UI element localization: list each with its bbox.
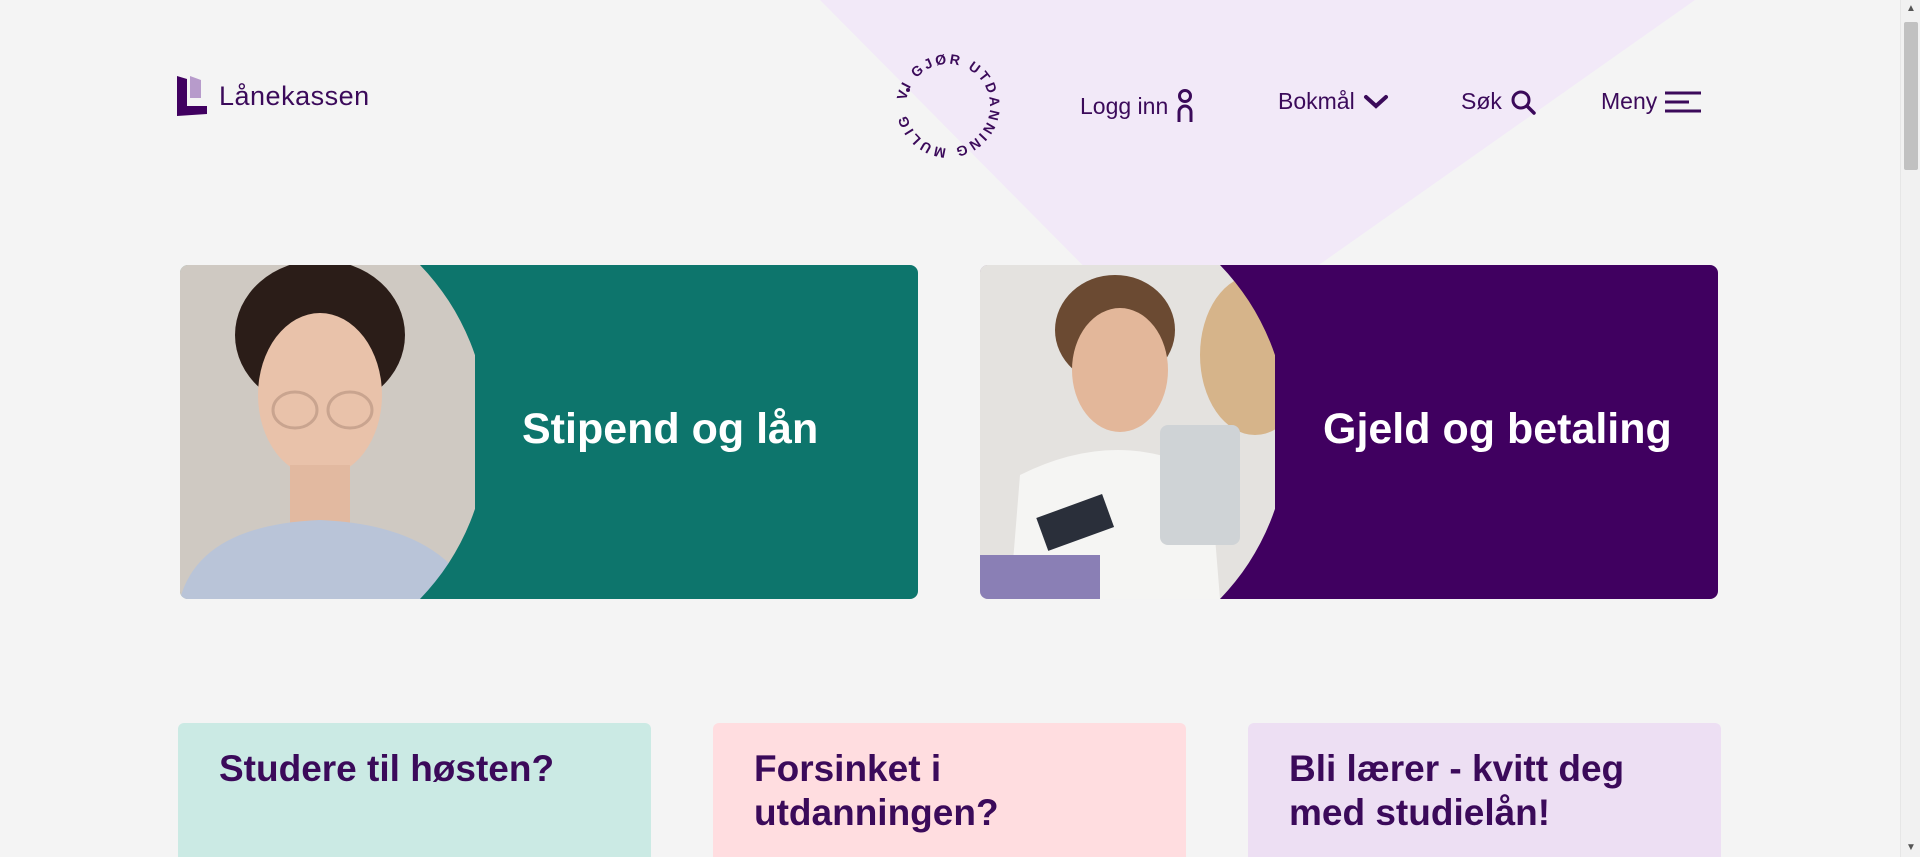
- teaser-title: Bli lærer - kvitt deg med studielån!: [1289, 748, 1625, 834]
- teaser-title: Studere til høsten?: [219, 748, 555, 789]
- hero-title: Gjeld og betaling: [1323, 405, 1672, 453]
- teaser-card-studere[interactable]: Studere til høsten?: [178, 723, 651, 857]
- person-icon: [1177, 89, 1193, 122]
- scroll-down-arrow-icon[interactable]: ▼: [1901, 839, 1920, 857]
- student-photo: [180, 265, 475, 599]
- scroll-up-arrow-icon[interactable]: ▲: [1901, 0, 1920, 18]
- teaser-title: Forsinket i utdanningen?: [754, 748, 999, 834]
- menu-label: Meny: [1601, 88, 1658, 114]
- search-button[interactable]: Søk: [1461, 88, 1536, 115]
- svg-text:VI GJØR UTDANNING MULIG: VI GJØR UTDANNING MULIG: [893, 51, 1003, 162]
- students-photo: [980, 265, 1275, 599]
- logo-text: Lånekassen: [219, 80, 370, 111]
- hamburger-icon: [1665, 91, 1702, 112]
- language-label: Bokmål: [1278, 88, 1355, 114]
- teaser-card-laerer[interactable]: Bli lærer - kvitt deg med studielån!: [1248, 723, 1721, 857]
- lanekassen-logo-icon: [177, 76, 207, 116]
- chevron-down-icon: [1363, 94, 1388, 109]
- hero-card-stipend[interactable]: Stipend og lån: [180, 265, 918, 599]
- scrollbar-thumb[interactable]: [1904, 22, 1918, 170]
- hero-card-gjeld[interactable]: Gjeld og betaling: [980, 265, 1718, 599]
- page-scrollbar[interactable]: ▲ ▼: [1900, 0, 1920, 857]
- login-button[interactable]: Logg inn: [1080, 88, 1194, 124]
- slogan-seal: VI GJØR UTDANNING MULIG: [893, 51, 1003, 162]
- login-label: Logg inn: [1080, 92, 1169, 119]
- menu-button[interactable]: Meny: [1601, 88, 1702, 115]
- slogan-text: VI GJØR UTDANNING MULIG: [893, 51, 1000, 162]
- search-label: Søk: [1461, 88, 1502, 114]
- language-selector[interactable]: Bokmål: [1278, 88, 1389, 115]
- hero-title: Stipend og lån: [522, 405, 819, 453]
- logo[interactable]: Lånekassen: [177, 76, 370, 116]
- search-icon: [1511, 90, 1536, 115]
- teaser-card-forsinket[interactable]: Forsinket i utdanningen?: [713, 723, 1186, 857]
